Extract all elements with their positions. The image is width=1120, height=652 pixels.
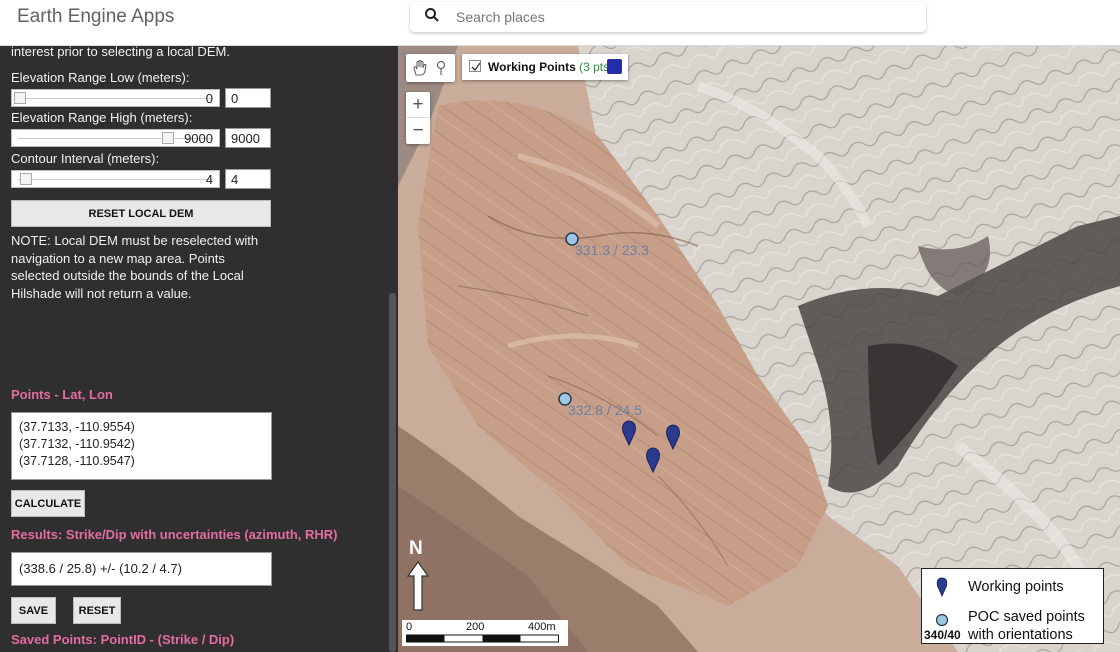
- layer-color-swatch[interactable]: [607, 59, 622, 74]
- note-line: selected outside the bounds of the Local: [11, 268, 244, 283]
- point-row: (37.7128, -110.9547): [19, 454, 135, 468]
- map-view[interactable]: Working Points (3 pts) + − 331.3 / 23.3 …: [398, 46, 1120, 652]
- orientation-label: 331.3 / 23.3: [575, 242, 649, 258]
- search-input[interactable]: [456, 6, 896, 28]
- note-line: navigation to a new map area. Points: [11, 251, 225, 266]
- poc-point-legend-icon: [935, 613, 949, 627]
- point-row: (37.7133, -110.9554): [19, 420, 135, 434]
- scale-tick-label: 0: [406, 621, 413, 633]
- point-row: (37.7132, -110.9542): [19, 437, 135, 451]
- elev-high-input[interactable]: 9000: [225, 128, 271, 148]
- elev-low-input[interactable]: 0: [225, 88, 271, 108]
- elev-low-slider-thumb[interactable]: [14, 92, 26, 104]
- panel-scrollbar[interactable]: [389, 293, 396, 652]
- app-title: Earth Engine Apps: [17, 6, 175, 27]
- elev-high-label: Elevation Range High (meters):: [11, 110, 193, 125]
- contour-label: Contour Interval (meters):: [11, 151, 160, 166]
- note-line: NOTE: Local DEM must be reselected with: [11, 233, 259, 248]
- note-line: Hilshade will not return a value.: [11, 286, 192, 301]
- scale-bar-graphic: [406, 634, 559, 643]
- map-tool-panel: [406, 54, 455, 82]
- result-value: (338.6 / 25.8) +/- (10.2 / 4.7): [11, 552, 272, 586]
- calculate-button[interactable]: CALCULATE: [11, 490, 85, 517]
- map-legend: Working points POC saved points with ori…: [921, 568, 1104, 644]
- working-point-marker[interactable]: [621, 420, 637, 446]
- layer-name: Working Points: [488, 60, 576, 74]
- working-point-marker[interactable]: [645, 447, 661, 473]
- working-point-legend-icon: [936, 577, 948, 597]
- contour-slider[interactable]: 4: [11, 170, 220, 188]
- legend-poc-line: POC saved points: [968, 609, 1085, 625]
- saved-points-heading: Saved Points: PointID - (Strike / Dip): [11, 632, 235, 647]
- results-heading: Results: Strike/Dip with uncertainties (…: [11, 527, 338, 542]
- zoom-in-button[interactable]: +: [406, 92, 430, 118]
- app-header: Earth Engine Apps: [0, 0, 1120, 46]
- save-button[interactable]: SAVE: [11, 597, 56, 624]
- working-point-marker[interactable]: [665, 424, 681, 450]
- points-textarea[interactable]: (37.7133, -110.9554) (37.7132, -110.9542…: [11, 412, 272, 480]
- contour-slider-thumb[interactable]: [20, 173, 32, 185]
- reset-local-dem-button[interactable]: RESET LOCAL DEM: [11, 200, 271, 227]
- legend-orientation-example: 340/40: [924, 628, 961, 642]
- layer-checkbox[interactable]: [469, 60, 481, 72]
- orientation-label: 332.8 / 24.5: [568, 402, 642, 418]
- legend-poc-label: POC saved points with orientations: [968, 608, 1085, 644]
- points-heading: Points - Lat, Lon: [11, 387, 113, 402]
- marker-tool-icon[interactable]: [431, 58, 451, 78]
- elev-low-label: Elevation Range Low (meters):: [11, 70, 190, 85]
- elev-low-slider-value: 0: [205, 91, 213, 106]
- elev-low-slider[interactable]: 0: [11, 89, 220, 107]
- intro-text: interest prior to selecting a local DEM.: [11, 46, 230, 59]
- north-arrow-icon: [406, 560, 430, 611]
- layer-label: Working Points (3 pts): [488, 60, 613, 74]
- elev-high-slider[interactable]: 9000: [11, 129, 220, 147]
- elev-high-slider-value: 9000: [184, 131, 213, 146]
- zoom-out-button[interactable]: −: [406, 118, 430, 144]
- search-bar[interactable]: [410, 2, 926, 32]
- scale-tick-label: 200: [466, 621, 485, 633]
- hand-tool-icon[interactable]: [410, 58, 430, 78]
- layer-toggle-working-points[interactable]: Working Points (3 pts): [462, 54, 628, 80]
- elev-high-slider-thumb[interactable]: [162, 132, 174, 144]
- zoom-control: + −: [406, 92, 430, 144]
- control-panel: interest prior to selecting a local DEM.…: [0, 46, 398, 652]
- north-arrow: N: [406, 538, 430, 614]
- legend-poc-line: with orientations: [968, 627, 1073, 643]
- north-label: N: [409, 538, 423, 559]
- contour-input[interactable]: 4: [225, 169, 271, 189]
- legend-working-label: Working points: [968, 579, 1064, 595]
- search-icon: [425, 8, 439, 22]
- satellite-imagery: [398, 46, 1120, 652]
- contour-slider-value: 4: [205, 172, 213, 187]
- reset-button[interactable]: RESET: [73, 597, 121, 624]
- scale-tick-label: 400m: [528, 621, 556, 633]
- scale-bar: 0 200 400m: [402, 620, 568, 646]
